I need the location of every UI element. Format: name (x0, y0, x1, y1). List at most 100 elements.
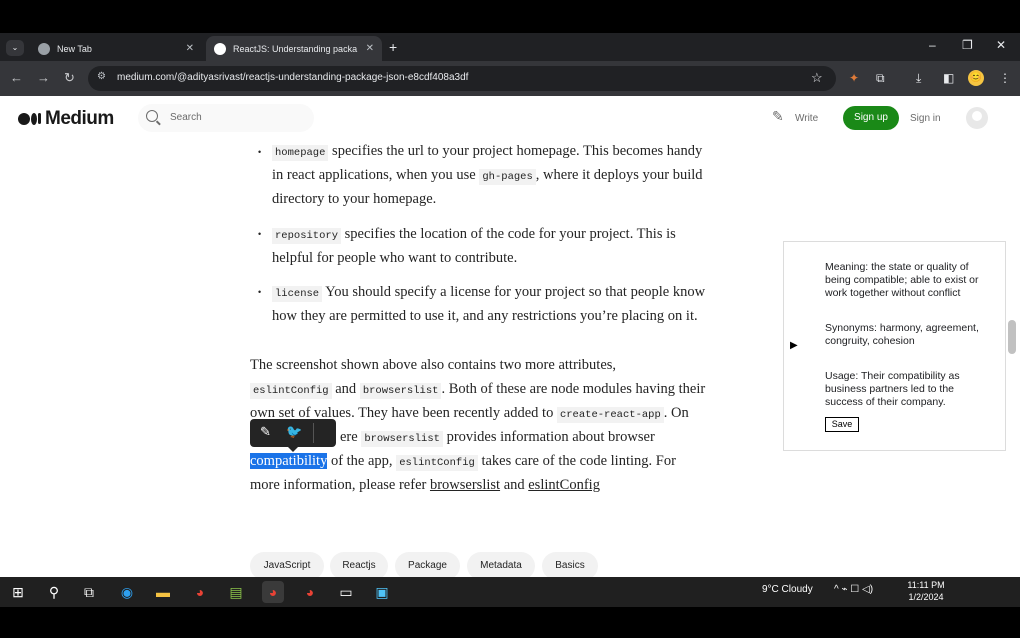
weather-widget[interactable]: 9°C Cloudy (762, 584, 813, 595)
medium-logo-icon (18, 108, 41, 130)
site-info-icon[interactable]: ⚙ (97, 71, 106, 82)
repository-line-2: helpful for people who want to contribut… (272, 250, 518, 266)
file-explorer-icon[interactable]: ▬ (152, 581, 174, 603)
tab-title: ReactJS: Understanding packa (233, 43, 358, 54)
bullet-icon: • (258, 229, 262, 239)
tab-close-icon[interactable]: ✕ (366, 43, 374, 54)
extensions-puzzle-icon[interactable]: ⧉ (876, 71, 885, 86)
sidebar-icon[interactable]: ◧ (943, 71, 954, 85)
system-tray[interactable]: ^ ⌁ ☐ ◁) (834, 584, 873, 595)
url-text[interactable]: medium.com/@adityasrivast/reactjs-unders… (117, 72, 468, 83)
code-homepage: homepage (272, 145, 329, 161)
code-browserslist: browserslist (359, 383, 442, 399)
eslintconfig-link[interactable]: eslintConfig (528, 477, 600, 493)
tag-basics[interactable]: Basics (542, 552, 598, 580)
terminal-icon[interactable]: ▭ (335, 581, 357, 603)
code-create-react-app: create-react-app (556, 407, 664, 423)
homepage-line-2: in react applications, when you use gh-p… (272, 167, 703, 185)
tag-metadata[interactable]: Metadata (467, 552, 535, 580)
save-button[interactable]: Save (825, 417, 859, 432)
para-line-1: The screenshot shown above also contains… (250, 357, 617, 373)
text: of the app, (327, 453, 397, 469)
para-line-4: ere browserslist provides information ab… (340, 429, 655, 447)
homepage-line-3: directory to your homepage. (272, 191, 437, 207)
chrome-window-icon[interactable]: ◕ (299, 581, 321, 603)
selected-word[interactable]: compatibility (250, 453, 328, 469)
text: You should specify a license for your pr… (322, 284, 706, 300)
code-gh-pages: gh-pages (479, 169, 536, 185)
start-icon[interactable]: ⊞ (7, 581, 29, 603)
task-view-icon[interactable]: ⧉ (78, 581, 100, 603)
download-icon[interactable]: ⤓ (916, 71, 921, 86)
play-pronunciation-icon[interactable]: ▶ (790, 340, 798, 351)
highlight-menu: ✎ 🐦 (250, 419, 336, 447)
search-icon[interactable]: ⚲ (43, 581, 65, 603)
scrollbar-thumb[interactable] (1008, 320, 1016, 354)
code-eslintconfig: eslintConfig (396, 455, 478, 471)
text: and (500, 477, 529, 493)
text: . On (663, 405, 689, 421)
text: more information, please refer (250, 477, 430, 493)
code-browserslist: browserslist (361, 431, 443, 447)
text: provides information about browser (442, 429, 655, 445)
back-button[interactable]: ← (10, 70, 23, 85)
divider (313, 423, 314, 443)
tab-close-icon[interactable]: ✕ (186, 43, 194, 54)
profile-avatar[interactable]: 😊 (968, 70, 984, 86)
code-license: license (272, 286, 323, 302)
twitter-icon[interactable]: 🐦 (286, 424, 302, 440)
browserslist-link[interactable]: browserslist (430, 477, 500, 493)
browser-menu-icon[interactable]: ⋮ (999, 71, 1011, 85)
medium-logo[interactable]: Medium (18, 108, 114, 130)
chrome-active-icon[interactable]: ◕ (262, 581, 284, 603)
notepad-icon[interactable]: ▤ (225, 581, 247, 603)
tab-medium-article[interactable]: ReactJS: Understanding packa ✕ (206, 36, 382, 61)
maximize-button[interactable]: ❐ (962, 38, 973, 52)
tag-package[interactable]: Package (395, 552, 460, 580)
tab-new-tab[interactable]: New Tab ✕ (30, 36, 202, 61)
para-line-5: compatibility of the app, eslintConfig t… (250, 453, 676, 471)
app-icon[interactable]: ▣ (371, 581, 393, 603)
chrome-icon[interactable]: ◕ (189, 581, 211, 603)
search-icon (146, 110, 158, 122)
tab-list-button[interactable]: ⌄ (6, 40, 24, 56)
extension-icon[interactable]: ✦ (849, 71, 859, 85)
text: and (331, 381, 360, 397)
avatar[interactable] (966, 107, 988, 129)
reload-button[interactable]: ↻ (64, 70, 75, 86)
write-icon[interactable]: ✎ (772, 108, 784, 125)
para-line-6: more information, please refer browsersl… (250, 477, 600, 494)
sign-in-link[interactable]: Sign in (910, 113, 941, 124)
sign-up-button[interactable]: Sign up (843, 106, 899, 130)
license-line-1: license You should specify a license for… (272, 284, 706, 302)
text: takes care of the code linting. For (477, 453, 676, 469)
clock[interactable]: 11:11 PM 1/2/2024 (904, 579, 948, 603)
tag-reactjs[interactable]: Reactjs (330, 552, 388, 580)
tag-javascript[interactable]: JavaScript (250, 552, 324, 580)
bookmark-star-icon[interactable]: ☆ (811, 70, 823, 86)
write-button[interactable]: Write (795, 113, 818, 124)
close-window-button[interactable]: ✕ (996, 38, 1006, 52)
chrome-icon (38, 42, 50, 55)
new-tab-button[interactable]: + (389, 39, 397, 55)
bullet-icon: • (258, 287, 262, 297)
clock-time: 11:11 PM (907, 580, 945, 590)
repository-line-1: repository specifies the location of the… (272, 226, 676, 244)
code-repository: repository (272, 228, 342, 244)
homepage-line-1: homepage specifies the url to your proje… (272, 143, 702, 161)
code-eslintconfig: eslintConfig (250, 383, 332, 399)
text: , where it deploys your build (535, 167, 703, 183)
text: . Both of these are node modules having … (441, 381, 706, 397)
highlight-edit-icon[interactable]: ✎ (260, 424, 271, 440)
text: in react applications, when you use (272, 167, 480, 183)
definition-meaning: Meaning: the state or quality of being c… (825, 261, 979, 299)
definition-usage: Usage: Their compatibility as business p… (825, 370, 960, 408)
text: ere (340, 429, 362, 445)
minimize-button[interactable]: – (929, 38, 936, 52)
search-input[interactable]: Search (170, 112, 202, 123)
search-box[interactable] (138, 104, 314, 132)
forward-button[interactable]: → (37, 70, 50, 85)
license-line-2: how they are permitted to use it, and an… (272, 308, 698, 324)
text: specifies the location of the code for y… (341, 226, 676, 242)
edge-icon[interactable]: ◉ (116, 581, 138, 603)
